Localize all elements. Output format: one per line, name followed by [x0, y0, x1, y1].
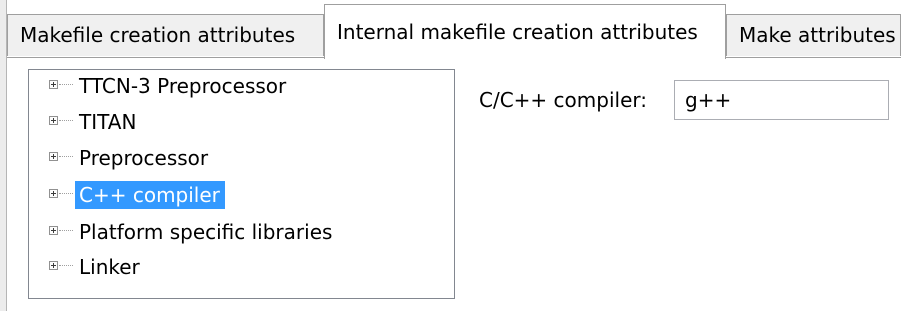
tree-item-label: C++ compiler [75, 181, 225, 209]
compiler-input[interactable]: g++ [674, 80, 889, 120]
tab-makefile-creation-attributes[interactable]: Makefile creation attributes [7, 14, 324, 56]
tab-make-attributes[interactable]: Make attributes [726, 14, 901, 56]
tree-connector [59, 265, 73, 267]
tree-item-titan[interactable]: TITAN [29, 106, 449, 138]
tree-item-label: TTCN-3 Preprocessor [79, 74, 287, 98]
tree-connector [59, 120, 73, 122]
expand-icon[interactable] [49, 226, 58, 235]
tab-internal-makefile-creation-attributes[interactable]: Internal makefile creation attributes [324, 4, 726, 59]
window: Makefile creation attributes Internal ma… [0, 0, 901, 311]
attribute-tree[interactable]: TTCN-3 Preprocessor TITAN Preprocessor C… [28, 69, 455, 299]
tree-item-label: Linker [79, 255, 140, 279]
tree-item-platform-specific-libraries[interactable]: Platform specific libraries [29, 216, 449, 248]
tree-item-preprocessor[interactable]: Preprocessor [29, 142, 449, 174]
left-edge-border [0, 0, 7, 311]
tab-content: TTCN-3 Preprocessor TITAN Preprocessor C… [8, 58, 901, 311]
tree-item-cpp-compiler[interactable]: C++ compiler [29, 179, 449, 211]
tab-label: Make attributes [739, 23, 896, 47]
expand-icon[interactable] [49, 80, 58, 89]
expand-icon[interactable] [49, 189, 58, 198]
expand-icon[interactable] [49, 261, 58, 270]
tree-item-label: Preprocessor [79, 146, 209, 170]
tree-connector [59, 193, 73, 195]
tab-bar: Makefile creation attributes Internal ma… [7, 0, 901, 59]
tree-item-linker[interactable]: Linker [29, 251, 449, 283]
tree-item-label: TITAN [79, 110, 137, 134]
tree-connector [59, 230, 73, 232]
tab-label: Makefile creation attributes [20, 23, 296, 47]
expand-icon[interactable] [49, 152, 58, 161]
tree-item-ttcn3-preprocessor[interactable]: TTCN-3 Preprocessor [29, 70, 449, 102]
tab-label: Internal makefile creation attributes [337, 20, 698, 44]
tree-connector [59, 156, 73, 158]
expand-icon[interactable] [49, 116, 58, 125]
compiler-label: C/C++ compiler: [479, 88, 647, 112]
tree-connector [59, 84, 73, 86]
tree-item-label: Platform specific libraries [79, 220, 333, 244]
